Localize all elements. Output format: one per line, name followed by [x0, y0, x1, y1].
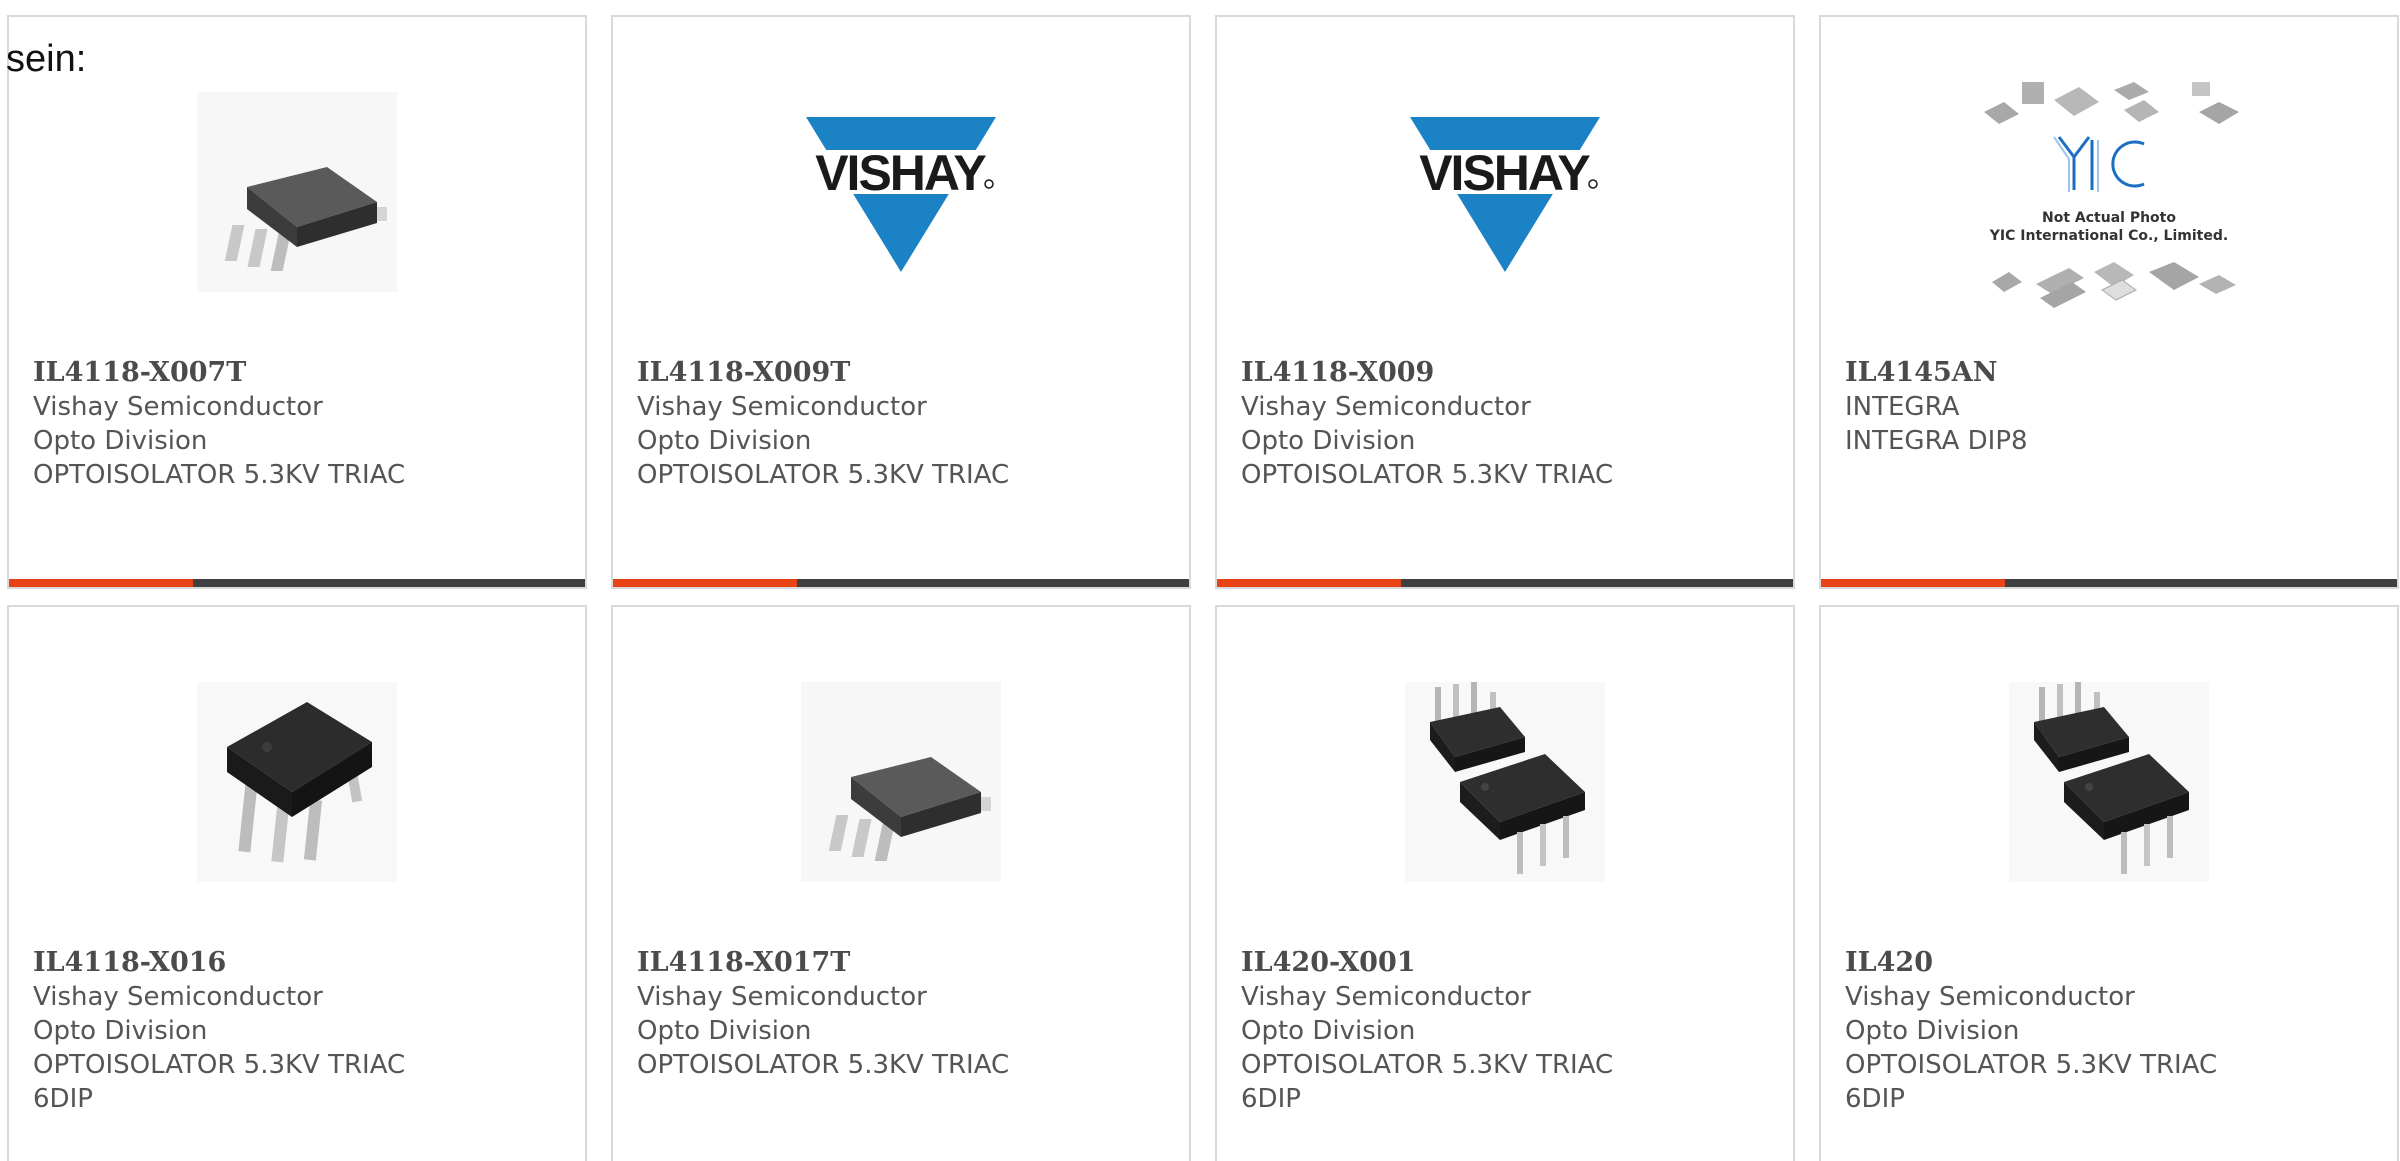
yic-placeholder-image: Not Actual Photo YIC International Co., … [1984, 82, 2239, 308]
smd-chip-image [801, 682, 1001, 882]
product-image[interactable]: Not Actual Photo YIC International Co., … [1821, 77, 2397, 308]
svg-text:VISHAY: VISHAY [1419, 145, 1590, 201]
manufacturer: INTEGRA [1845, 392, 1960, 422]
part-number-link[interactable]: IL4118-X016 [33, 946, 575, 980]
manufacturer: Vishay Semiconductor Opto Division [637, 982, 927, 1046]
part-number-link[interactable]: IL4118-X009 [1241, 356, 1783, 390]
manufacturer: Vishay Semiconductor Opto Division [33, 982, 323, 1046]
product-image[interactable] [1217, 667, 1793, 897]
image-caption: YIC International Co., Limited. [1989, 228, 2228, 244]
product-details: IL4118-X007T Vishay Semiconductor Opto D… [33, 356, 575, 492]
product-details: IL4118-X009T Vishay Semiconductor Opto D… [637, 356, 1179, 492]
manufacturer: Vishay Semiconductor Opto Division [1241, 982, 1531, 1046]
description: OPTOISOLATOR 5.3KV TRIAC [637, 1050, 1010, 1080]
product-image[interactable] [1821, 667, 2397, 897]
svg-text:VISHAY: VISHAY [815, 145, 986, 201]
manufacturer: Vishay Semiconductor Opto Division [33, 392, 323, 456]
product-card[interactable]: IL4118-X007T Vishay Semiconductor Opto D… [7, 15, 587, 589]
manufacturer: Vishay Semiconductor Opto Division [1845, 982, 2135, 1046]
product-details: IL420 Vishay Semiconductor Opto Division… [1845, 946, 2387, 1116]
smd-chip-image [197, 92, 397, 292]
manufacturer: Vishay Semiconductor Opto Division [637, 392, 927, 456]
description: OPTOISOLATOR 5.3KV TRIAC [33, 460, 406, 490]
product-card[interactable]: Not Actual Photo YIC International Co., … [1819, 15, 2399, 589]
description: OPTOISOLATOR 5.3KV TRIAC 6DIP [1241, 1050, 1614, 1114]
vishay-logo: VISHAY [796, 117, 1006, 272]
part-number-link[interactable]: IL420-X001 [1241, 946, 1783, 980]
product-image[interactable] [9, 77, 585, 307]
description: INTEGRA DIP8 [1845, 426, 2028, 456]
product-card[interactable]: VISHAY IL4118-X009T Vishay Semiconductor… [611, 15, 1191, 589]
product-grid: IL4118-X007T Vishay Semiconductor Opto D… [7, 15, 2400, 1161]
product-card[interactable]: VISHAY IL4118-X009 Vishay Semiconductor … [1215, 15, 1795, 589]
product-card[interactable]: IL4118-X017T Vishay Semiconductor Opto D… [611, 605, 1191, 1161]
product-image[interactable]: VISHAY [613, 77, 1189, 307]
part-number-link[interactable]: IL4118-X007T [33, 356, 575, 390]
product-results-page: sein: IL4118-X007T Vishay Semiconductor … [0, 0, 2400, 1161]
card-bottom-bar [613, 579, 1189, 587]
card-bottom-bar [1821, 579, 2397, 587]
vishay-logo: VISHAY [1400, 117, 1610, 272]
part-number-link[interactable]: IL4145AN [1845, 356, 2387, 390]
description: OPTOISOLATOR 5.3KV TRIAC 6DIP [33, 1050, 406, 1114]
product-card[interactable]: IL420-X001 Vishay Semiconductor Opto Div… [1215, 605, 1795, 1161]
product-details: IL4118-X009 Vishay Semiconductor Opto Di… [1241, 356, 1783, 492]
product-details: IL4118-X016 Vishay Semiconductor Opto Di… [33, 946, 575, 1116]
card-bottom-bar [1217, 579, 1793, 587]
dual-dip-chip-image [1405, 682, 1605, 882]
product-details: IL420-X001 Vishay Semiconductor Opto Div… [1241, 946, 1783, 1116]
product-image[interactable] [613, 667, 1189, 897]
description: OPTOISOLATOR 5.3KV TRIAC 6DIP [1845, 1050, 2218, 1114]
product-image[interactable]: VISHAY [1217, 77, 1793, 307]
dual-dip-chip-image [2009, 682, 2209, 882]
product-details: IL4145AN INTEGRA INTEGRA DIP8 [1845, 356, 2387, 458]
product-details: IL4118-X017T Vishay Semiconductor Opto D… [637, 946, 1179, 1082]
part-number-link[interactable]: IL4118-X009T [637, 356, 1179, 390]
description: OPTOISOLATOR 5.3KV TRIAC [1241, 460, 1614, 490]
product-card[interactable]: IL420 Vishay Semiconductor Opto Division… [1819, 605, 2399, 1161]
intro-text: sein: [6, 38, 87, 80]
card-bottom-bar [9, 579, 585, 587]
product-card[interactable]: IL4118-X016 Vishay Semiconductor Opto Di… [7, 605, 587, 1161]
manufacturer: Vishay Semiconductor Opto Division [1241, 392, 1531, 456]
dip-chip-image [197, 682, 397, 882]
image-caption: Not Actual Photo [2042, 210, 2176, 226]
product-image[interactable] [9, 667, 585, 897]
part-number-link[interactable]: IL420 [1845, 946, 2387, 980]
description: OPTOISOLATOR 5.3KV TRIAC [637, 460, 1010, 490]
part-number-link[interactable]: IL4118-X017T [637, 946, 1179, 980]
